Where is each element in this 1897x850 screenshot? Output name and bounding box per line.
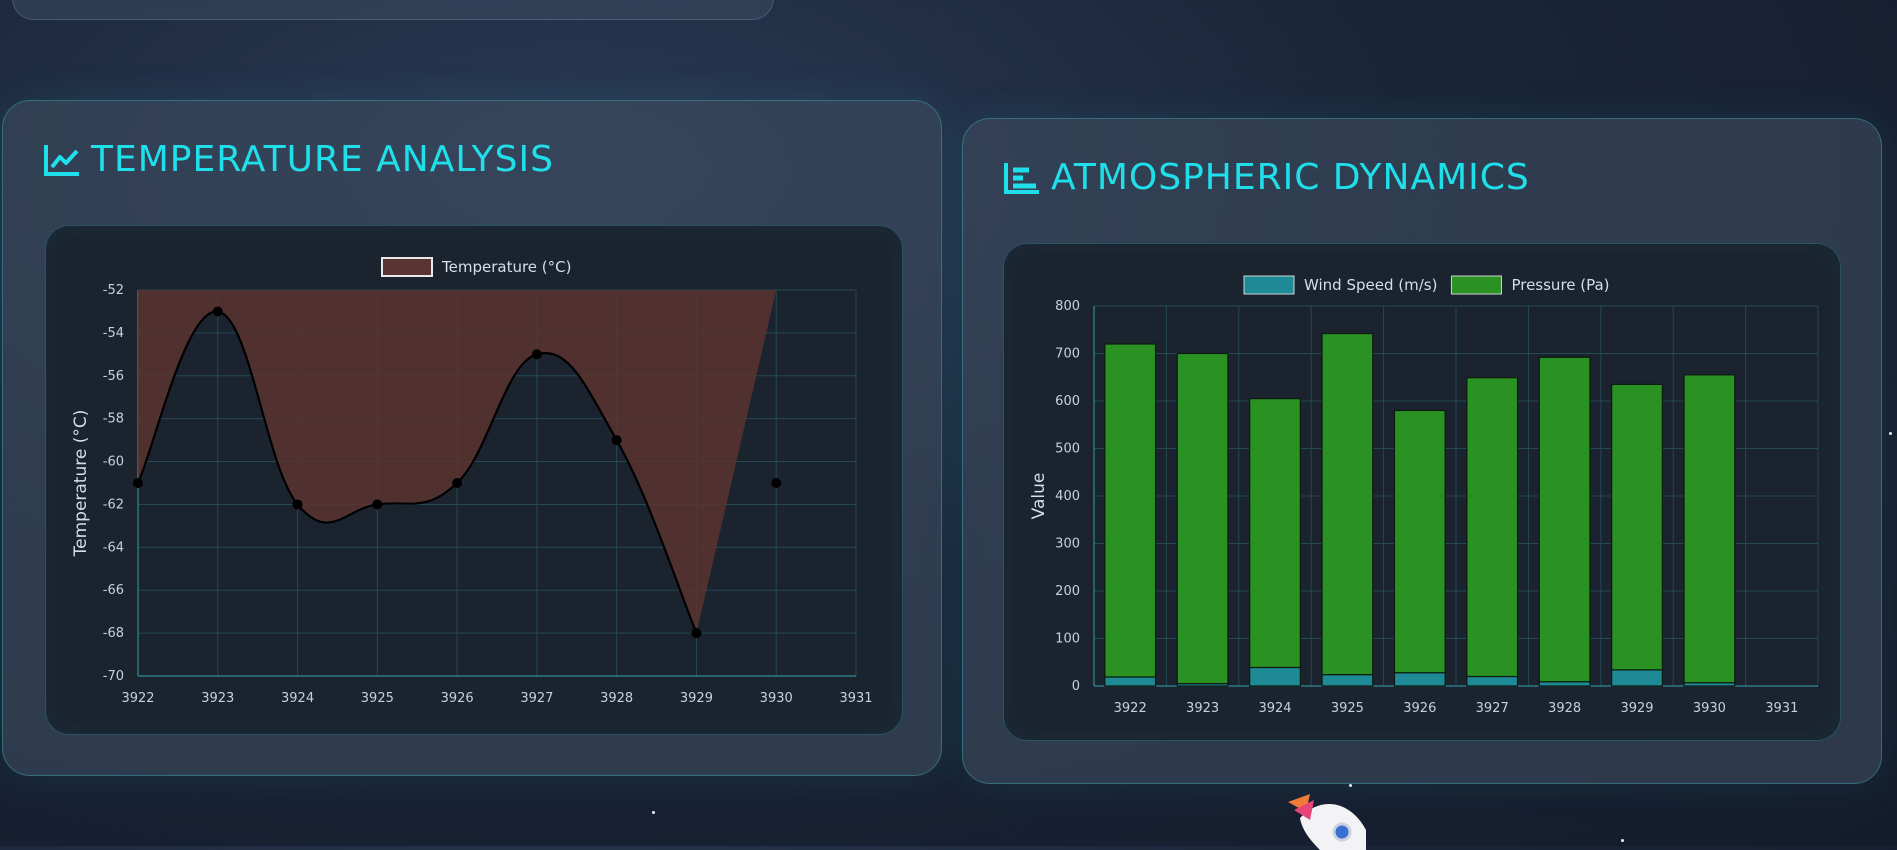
y-tick-label: 500 [1055,442,1080,457]
temperature-plot-area: 3922 3923 3924 3925 3926 3927 3928 3929 3930 3931… [45,225,903,735]
y-tick-label: 600 [1055,394,1080,409]
legend-label-pressure: Pressure (Pa) [1511,276,1609,294]
y-tick-label: 700 [1055,347,1080,362]
temperature-point [771,478,782,488]
y-tick-label: -54 [103,326,124,341]
bar-wind-speed [1538,681,1591,687]
x-tick-label: 3925 [361,691,394,706]
atmospheric-chart: 3922 3923 3924 3925 3926 3927 3928 3929 3930 3931… [1029,275,1819,716]
temperature-card-title: TEMPERATURE ANALYSIS [43,139,554,180]
x-tick-label: 3931 [839,691,872,706]
temperature-point [212,306,223,317]
x-tick-label: 3922 [121,691,154,706]
x-tick-label: 3929 [680,691,713,706]
legend-swatch-temperature [381,257,433,277]
bar-wind-speed [1321,674,1374,687]
bar-wind-speed [1393,672,1446,687]
x-tick-label: 3924 [1258,701,1291,716]
legend-swatch-wind-speed [1243,275,1295,295]
y-tick-label: 200 [1055,584,1080,599]
legend-label-wind-speed: Wind Speed (m/s) [1304,276,1437,294]
x-tick-label: 3925 [1331,701,1364,716]
y-tick-label: 0 [1072,679,1080,694]
temperature-point [531,349,542,360]
background-star [652,811,655,814]
x-tick-label: 3922 [1114,701,1147,716]
x-tick-label: 3928 [1548,701,1581,716]
line-chart-icon [44,144,79,176]
y-axis-title: Value [1029,473,1049,520]
temperature-point [292,499,303,510]
y-tick-label: -68 [103,626,124,641]
temperature-point [372,499,383,510]
atmospheric-title-text: ATMOSPHERIC DYNAMICS [1051,157,1530,198]
bar-wind-speed [1611,669,1663,687]
temperature-point [452,478,463,488]
x-tick-label: 3927 [1476,701,1509,716]
temperature-card: TEMPERATURE ANALYSIS 3922 3923 3924 3925 392… [2,100,942,776]
bar-pressure [1611,383,1663,671]
background-star [1349,784,1352,787]
y-tick-label: -58 [103,412,124,427]
legend-swatch-pressure [1450,275,1502,295]
bar-chart-icon [1004,162,1039,194]
x-tick-label: 3929 [1620,701,1653,716]
y-tick-label: -64 [103,540,124,555]
x-tick-label: 3923 [1186,701,1219,716]
background-star [1621,839,1624,842]
x-tick-label: 3927 [520,691,553,706]
temperature-point [691,628,702,639]
x-tick-label: 3931 [1765,701,1798,716]
y-tick-label: 800 [1055,299,1080,314]
rocket-icon [1288,794,1366,850]
temperature-point [133,478,143,488]
y-tick-label: -62 [103,497,124,512]
top-panel [12,0,774,20]
x-tick-label: 3930 [760,691,793,706]
bar-pressure [1466,377,1519,678]
y-tick-label: 100 [1055,632,1080,647]
x-tick-label: 3923 [201,691,234,706]
atmospheric-plot-area: 3922 3923 3924 3925 3926 3927 3928 3929 3930 3931… [1003,243,1841,741]
bar-pressure [1249,398,1301,669]
atmospheric-card-title: ATMOSPHERIC DYNAMICS [1003,157,1530,198]
y-tick-label: -60 [103,455,124,470]
bar-pressure [1393,409,1446,674]
temperature-title-text: TEMPERATURE ANALYSIS [91,139,554,180]
x-tick-label: 3926 [1403,701,1436,716]
x-tick-label: 3924 [281,691,314,706]
x-tick-label: 3930 [1693,701,1726,716]
bar-pressure [1104,343,1157,678]
x-tick-label: 3926 [441,691,474,706]
temperature-point [611,435,622,446]
y-tick-label: -70 [103,669,124,684]
bar-pressure [1321,332,1374,676]
bar-pressure [1176,352,1229,685]
bar-wind-speed [1104,676,1157,687]
y-tick-label: -56 [103,369,124,384]
atmospheric-card: ATMOSPHERIC DYNAMICS 3922 3923 3924 3925 392… [962,118,1882,784]
y-tick-label: -66 [103,583,124,598]
bar-wind-speed [1249,666,1301,687]
bar-pressure [1538,356,1591,683]
legend-label-temperature: Temperature (°C) [441,258,571,276]
y-tick-label: -52 [103,283,124,298]
background-star [1889,432,1892,435]
x-tick-label: 3928 [600,691,633,706]
temperature-chart: 3922 3923 3924 3925 3926 3927 3928 3929 3930 3931… [71,257,873,706]
y-axis-title: Temperature (°C) [71,410,91,558]
bar-pressure [1683,374,1736,684]
bar-wind-speed [1466,675,1519,687]
y-tick-label: 300 [1055,537,1080,552]
y-tick-label: 400 [1055,489,1080,504]
